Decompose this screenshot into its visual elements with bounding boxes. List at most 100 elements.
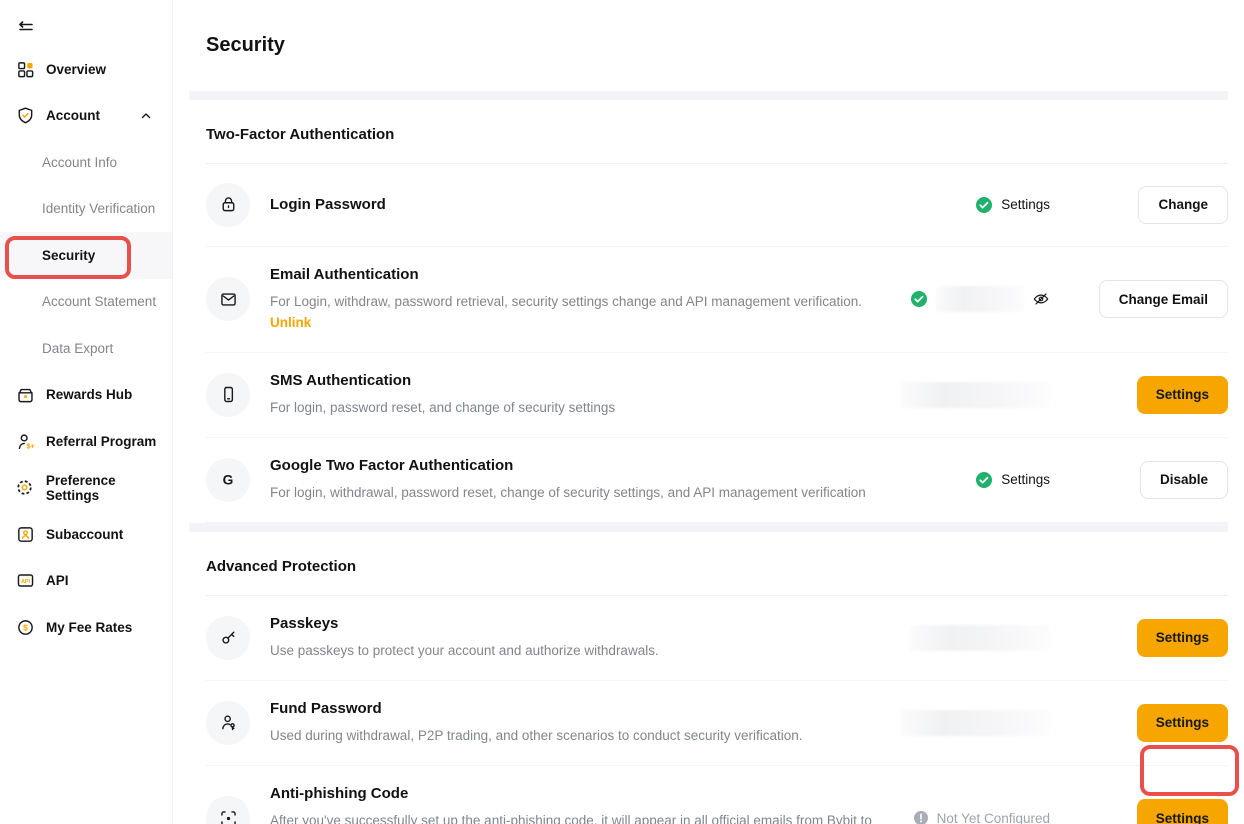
collapse-sidebar-icon [16,18,36,38]
row-email-authentication: Email Authentication For Login, withdraw… [206,247,1228,353]
sidebar-item-security[interactable]: Security [0,232,172,279]
passkeys-settings-button[interactable]: Settings [1137,619,1228,657]
info-circle-icon [913,810,929,824]
row-title: SMS Authentication [270,372,888,390]
svg-text:$+: $+ [26,442,34,450]
sidebar-item-label: My Fee Rates [46,620,132,635]
sms-settings-button[interactable]: Settings [1137,376,1228,414]
masked-phone-value [900,382,1050,408]
sidebar-item-label: Account Statement [42,294,156,309]
sidebar-item-preference-settings[interactable]: Preference Settings [0,465,172,512]
sidebar-item-label: Account [46,108,100,123]
key-icon [206,616,250,660]
check-circle-icon [910,290,928,308]
security-settings-page: Overview Account Account Info Identity V… [0,0,1244,824]
masked-fund-value [900,710,1050,736]
sidebar-item-label: Preference Settings [46,473,172,503]
row-description: For login, withdrawal, password reset, c… [270,482,888,503]
sidebar-item-rewards-hub[interactable]: Rewards Hub [0,372,172,419]
unlink-link[interactable]: Unlink [270,315,311,330]
row-title: Google Two Factor Authentication [270,457,888,475]
row-anti-phishing-code: Anti-phishing Code After you've successf… [206,766,1228,824]
eye-slash-icon[interactable] [1032,290,1050,308]
fee-rates-icon: $ [15,617,35,637]
row-sms-authentication: SMS Authentication For login, password r… [206,353,1228,438]
svg-text:API: API [21,579,30,585]
status-label: Settings [1001,472,1050,487]
sidebar-item-api[interactable]: API API [0,558,172,605]
masked-email-value [936,286,1024,312]
section-title-advanced-protection: Advanced Protection [206,532,1228,596]
status-label: Settings [1001,197,1050,212]
svg-text:G: G [223,472,234,487]
subaccount-icon [15,524,35,544]
email-status [900,286,1050,312]
masked-passkey-value [910,625,1050,651]
row-title: Login Password [270,196,888,214]
sidebar-item-data-export[interactable]: Data Export [0,325,172,372]
rewards-icon [15,385,35,405]
api-icon: API [15,571,35,591]
sidebar-item-label: Subaccount [46,527,123,542]
check-circle-icon [975,471,993,489]
google-icon: G [206,458,250,502]
sms-status [900,382,1050,408]
email-icon [206,277,250,321]
check-circle-icon [975,196,993,214]
chevron-up-icon[interactable] [140,110,152,122]
grid-icon [15,59,35,79]
person-key-icon [206,701,250,745]
status-label: Not Yet Configured [937,811,1050,824]
row-description: For login, password reset, and change of… [270,397,888,418]
sidebar-item-label: Account Info [42,155,117,170]
collapse-sidebar-button[interactable] [0,10,172,46]
row-description: After you've successfully set up the ant… [270,810,888,824]
row-description: For Login, withdraw, password retrieval,… [270,291,888,333]
sidebar-item-label: Referral Program [46,434,156,449]
anti-phishing-status: Not Yet Configured [900,810,1050,824]
lock-icon [206,183,250,227]
gear-icon [15,478,35,498]
referral-icon: $+ [15,431,35,451]
sidebar: Overview Account Account Info Identity V… [0,0,173,824]
row-title: Email Authentication [270,266,888,284]
row-description: Use passkeys to protect your account and… [270,640,888,661]
shield-icon [15,106,35,126]
google-status: Settings [900,471,1050,489]
row-fund-password: Fund Password Used during withdrawal, P2… [206,681,1228,766]
fund-password-status [900,710,1050,736]
sidebar-item-label: Security [42,248,95,263]
change-password-button[interactable]: Change [1138,186,1228,224]
sidebar-item-label: Overview [46,62,106,77]
row-title: Fund Password [270,700,888,718]
sidebar-item-subaccount[interactable]: Subaccount [0,511,172,558]
row-title: Anti-phishing Code [270,785,888,803]
change-email-button[interactable]: Change Email [1099,280,1228,318]
svg-text:$: $ [23,622,28,632]
sidebar-item-label: Rewards Hub [46,387,132,402]
sidebar-item-account[interactable]: Account [0,93,172,140]
phone-icon [206,373,250,417]
row-passkeys: Passkeys Use passkeys to protect your ac… [206,596,1228,681]
anti-phishing-settings-button[interactable]: Settings [1137,799,1228,824]
section-title-two-factor: Two-Factor Authentication [206,100,1228,164]
sidebar-item-label: Identity Verification [42,201,155,216]
row-google-authentication: G Google Two Factor Authentication For l… [206,438,1228,523]
sidebar-item-account-statement[interactable]: Account Statement [0,279,172,326]
sidebar-item-label: API [46,573,69,588]
sidebar-item-identity-verification[interactable]: Identity Verification [0,186,172,233]
row-title: Passkeys [270,615,888,633]
main-content: Security Two-Factor Authentication Login… [173,0,1244,824]
row-description: Used during withdrawal, P2P trading, and… [270,725,888,746]
page-title: Security [189,13,1228,77]
sidebar-item-overview[interactable]: Overview [0,46,172,93]
sidebar-item-my-fee-rates[interactable]: $ My Fee Rates [0,604,172,651]
fund-password-settings-button[interactable]: Settings [1137,704,1228,742]
google-disable-button[interactable]: Disable [1140,461,1228,499]
section-divider [189,523,1228,532]
sidebar-item-account-info[interactable]: Account Info [0,139,172,186]
passkeys-status [900,625,1050,651]
sidebar-item-label: Data Export [42,341,113,356]
sidebar-item-referral-program[interactable]: $+ Referral Program [0,418,172,465]
section-divider [189,91,1228,100]
